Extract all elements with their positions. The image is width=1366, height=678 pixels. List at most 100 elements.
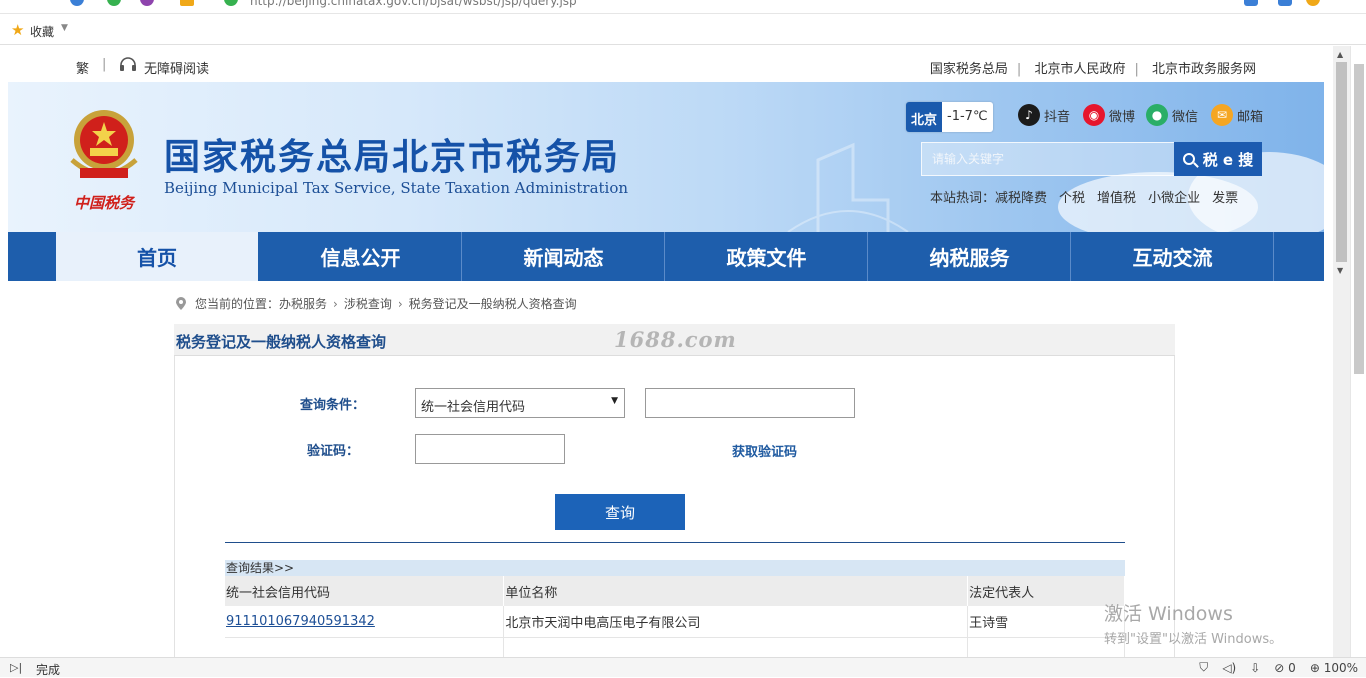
table-header-row: 统一社会信用代码 单位名称 法定代表人 (225, 576, 1125, 606)
breadcrumb-prefix: 您当前的位置： (195, 297, 280, 311)
extension-icon-2[interactable] (1278, 0, 1292, 6)
top-links-bar: 繁 | 无障碍阅读 国家税务总局 | 北京市人民政府 | 北京市政务服务网 (0, 46, 1332, 82)
scrollbar-thumb[interactable] (1354, 64, 1364, 374)
status-bar: ▷| 完成 ⛉ ◁) ⇩ ⊘ 0 ⊕ 100% (0, 657, 1366, 677)
site-title-en: Beijing Municipal Tax Service, State Tax… (164, 179, 629, 197)
link-sat[interactable]: 国家税务总局 (930, 62, 1008, 77)
social-mailbox[interactable]: ✉ 邮箱 (1211, 104, 1263, 126)
table-row: 911101067940591342 北京市天润中电高压电子有限公司 王诗雪 (225, 606, 1125, 638)
star-icon[interactable]: ★ (11, 21, 24, 39)
weibo-label: 微博 (1109, 109, 1136, 125)
column-header: 法定代表人 (967, 576, 1125, 606)
wechat-icon: ● (1146, 104, 1168, 126)
download-icon[interactable]: ⇩ (1250, 661, 1260, 675)
captcha-label: 验证码： (307, 444, 360, 459)
hot-word-link[interactable]: 减税降费 (995, 191, 1047, 206)
user-icon[interactable] (1306, 0, 1320, 6)
link-beijing-gov[interactable]: 北京市人民政府 (1034, 62, 1125, 77)
site-search (921, 142, 1175, 176)
query-condition-selected: 统一社会信用代码 (421, 400, 526, 415)
social-weibo[interactable]: ◉ 微博 (1083, 104, 1135, 126)
wechat-label: 微信 (1172, 109, 1199, 125)
hot-word-link[interactable]: 小微企业 (1148, 191, 1200, 206)
nav-item-info-disclosure[interactable]: 信息公开 (260, 232, 462, 281)
page-title: 税务登记及一般纳税人资格查询 (176, 333, 387, 351)
results-header: 查询结果>> (225, 560, 1125, 576)
hot-word-link[interactable]: 个税 (1059, 191, 1085, 206)
external-links: 国家税务总局 | 北京市人民政府 | 北京市政务服务网 (929, 62, 1256, 77)
social-douyin[interactable]: ♪ 抖音 (1018, 104, 1070, 126)
nav-item-home[interactable]: 首页 (56, 232, 258, 281)
divider (225, 542, 1125, 543)
social-wechat[interactable]: ● 微信 (1146, 104, 1198, 126)
hot-words: 本站热词：减税降费 个税 增值税 小微企业 发票 (930, 187, 1250, 206)
browser-scrollbar[interactable] (1350, 46, 1366, 657)
extension-icon[interactable] (1244, 0, 1258, 6)
emblem-caption: 中国税务 (74, 194, 136, 212)
hot-word-link[interactable]: 发票 (1212, 191, 1238, 206)
query-value-input[interactable] (645, 388, 855, 418)
chevron-down-icon: ▼ (611, 396, 618, 406)
hot-word-link[interactable]: 增值税 (1097, 191, 1136, 206)
favorites-label[interactable]: 收藏 (30, 23, 54, 40)
header-banner: 中国税务 国家税务总局北京市税务局 Beijing Municipal Tax … (8, 82, 1324, 232)
query-condition-select[interactable]: 统一社会信用代码 ▼ (415, 388, 625, 418)
nav-item-policy[interactable]: 政策文件 (666, 232, 868, 281)
building-illustration (787, 142, 909, 232)
scroll-up-icon[interactable]: ▲ (1337, 50, 1343, 59)
breadcrumb-item[interactable]: 办税服务 (279, 295, 327, 312)
watermark-line1: 激活 Windows (1104, 603, 1233, 625)
search-button[interactable]: 税 e 搜 (1174, 142, 1262, 176)
table-row-empty (225, 637, 1125, 657)
back-icon[interactable] (70, 0, 84, 6)
scrollbar-thumb[interactable] (1336, 62, 1347, 262)
windows-activation-watermark: 激活 Windows 转到"设置"以激活 Windows。 (1104, 599, 1282, 647)
weibo-icon: ◉ (1083, 104, 1105, 126)
watermark-line2: 转到"设置"以激活 Windows。 (1104, 632, 1283, 647)
favorites-bar: ★ 收藏 ▼ (0, 15, 1366, 45)
column-header: 统一社会信用代码 (225, 576, 505, 606)
douyin-label: 抖音 (1044, 109, 1071, 125)
nav-item-news[interactable]: 新闻动态 (463, 232, 665, 281)
accessible-reading-link[interactable]: 无障碍阅读 (144, 58, 209, 77)
shield-icon[interactable]: ⛉ (1199, 660, 1208, 675)
search-button-label: 税 e 搜 (1202, 150, 1254, 169)
company-name-cell: 北京市天润中电高压电子有限公司 (503, 606, 969, 638)
captcha-input[interactable] (415, 434, 565, 464)
headphones-icon (120, 57, 136, 71)
location-pin-icon (176, 297, 186, 310)
undo-icon[interactable] (140, 0, 154, 6)
site-title: 国家税务总局北京市税务局 (164, 137, 621, 178)
breadcrumb-item[interactable]: 涉税查询 (344, 295, 392, 312)
results-section: 查询结果>> 统一社会信用代码 单位名称 法定代表人 9111010679405… (225, 560, 1125, 657)
mail-icon: ✉ (1211, 104, 1233, 126)
url-text[interactable]: http://beijing.chinatax.gov.cn/bjsat/wsb… (250, 0, 577, 8)
search-icon (1182, 153, 1195, 165)
status-text: 完成 (36, 663, 61, 677)
address-bar[interactable]: http://beijing.chinatax.gov.cn/bjsat/wsb… (0, 0, 1366, 14)
zoom-icon: ⊕ (1309, 660, 1324, 675)
get-captcha-link[interactable]: 获取验证码 (732, 441, 797, 460)
refresh-icon[interactable] (107, 0, 121, 6)
search-input[interactable] (922, 143, 1172, 175)
scroll-down-icon[interactable]: ▼ (1337, 266, 1343, 275)
query-button[interactable]: 查询 (555, 494, 685, 530)
home-icon[interactable] (180, 0, 194, 6)
nav-item-tax-service[interactable]: 纳税服务 (869, 232, 1071, 281)
security-shield-icon (224, 0, 238, 6)
zoom-level[interactable]: ⊕ 100% (1310, 661, 1358, 675)
credit-code-link[interactable]: 911101067940591342 (226, 614, 375, 629)
chevron-down-icon[interactable]: ▼ (61, 23, 68, 33)
credit-code-cell: 911101067940591342 (225, 606, 505, 638)
query-condition-label: 查询条件： (300, 398, 366, 413)
traditional-chinese-link[interactable]: 繁 (76, 58, 89, 77)
breadcrumb-item[interactable]: 税务登记及一般纳税人资格查询 (409, 295, 577, 312)
link-beijing-service[interactable]: 北京市政务服务网 (1152, 62, 1256, 77)
web-page: 繁 | 无障碍阅读 国家税务总局 | 北京市人民政府 | 北京市政务服务网 中国税 (0, 46, 1332, 657)
blocked-count[interactable]: ⊘ 0 (1274, 661, 1296, 675)
play-icon[interactable]: ▷| (10, 661, 22, 674)
nav-item-interaction[interactable]: 互动交流 (1072, 232, 1274, 281)
page-scrollbar[interactable]: ▲ ▼ (1333, 46, 1350, 657)
speaker-icon[interactable]: ◁) (1222, 661, 1236, 675)
hot-words-label: 本站热词： (930, 191, 996, 206)
